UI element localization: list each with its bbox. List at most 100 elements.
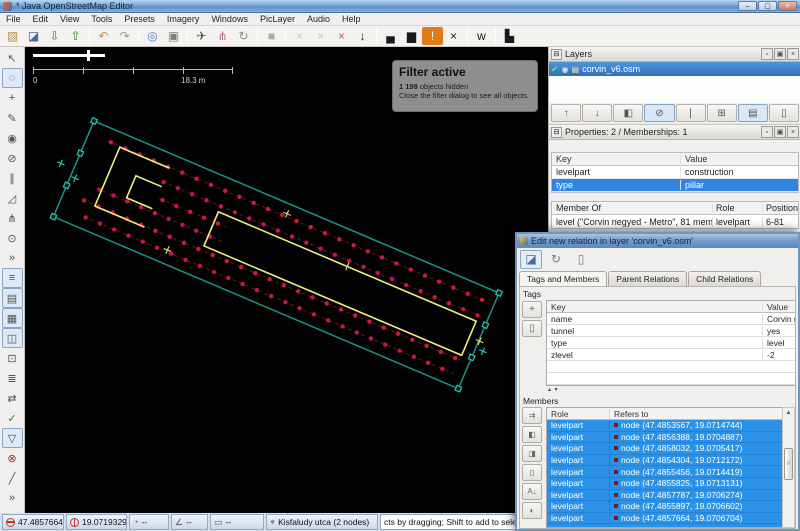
layer-active-icon[interactable]: ✔: [551, 64, 559, 75]
dialog-tab[interactable]: Tags and Members: [519, 271, 607, 287]
measure-toggle[interactable]: ╱: [2, 468, 23, 488]
membership-row[interactable]: level ("Corvin negyed - Metro", 81 membe…: [552, 215, 798, 228]
parallel[interactable]: ∥: [2, 168, 23, 188]
collapse-icon[interactable]: ⊟: [551, 127, 562, 138]
extrude[interactable]: ◿: [2, 188, 23, 208]
corvin_v6.osm[interactable]: ✔ ◉ ▤ corvin_v6.osm: [549, 62, 800, 76]
menu-item[interactable]: File: [0, 13, 27, 26]
collapse-icon[interactable]: ⊟: [551, 49, 562, 60]
scrollbar-thumb[interactable]: ≡: [784, 448, 793, 480]
tool-disabled-1[interactable]: ×: [289, 27, 310, 45]
remove-member[interactable]: ▯: [522, 464, 542, 481]
factory[interactable]: ▙: [499, 27, 520, 45]
undo[interactable]: ↶: [93, 27, 114, 45]
search[interactable]: ◎: [142, 27, 163, 45]
tag-row[interactable]: tunnel yes: [547, 325, 795, 337]
member-row[interactable]: levelpart node (47.4854304, 19.0712172): [547, 455, 789, 467]
purge-toggle[interactable]: ⊗: [2, 448, 23, 468]
zoom-slider[interactable]: [33, 54, 105, 57]
layer-delete[interactable]: ▯: [769, 104, 799, 122]
add-member-above[interactable]: ◧: [522, 426, 542, 443]
menu-item[interactable]: Presets: [118, 13, 161, 26]
menu-item[interactable]: PicLayer: [254, 13, 301, 26]
layers-toggle[interactable]: ≡: [2, 268, 23, 288]
maximize-button[interactable]: ▢: [758, 1, 777, 11]
preset-search[interactable]: ▣: [163, 27, 184, 45]
layer-duplicate[interactable]: ◧: [613, 104, 643, 122]
upload[interactable]: ⇧: [65, 27, 86, 45]
bus-transit[interactable]: ▆: [401, 27, 422, 45]
panel-close-button[interactable]: ×: [787, 48, 799, 60]
sort-members[interactable]: A↓: [522, 483, 542, 500]
selection-toggle[interactable]: ▦: [2, 308, 23, 328]
refresh[interactable]: ↻: [233, 27, 254, 45]
tag-row[interactable]: [547, 361, 795, 373]
member-row[interactable]: levelpart node (47.4857664, 19.0706704): [547, 513, 789, 525]
improve-accuracy[interactable]: ⊙: [2, 228, 23, 248]
layer-merge[interactable]: ⊞: [707, 104, 737, 122]
member-row[interactable]: levelpart node (47.4858032, 19.0705417): [547, 443, 789, 455]
property-row[interactable]: type pillar: [552, 179, 798, 192]
splitter-handle[interactable]: ▴ ▾: [548, 386, 559, 393]
redo[interactable]: ↷: [114, 27, 135, 45]
menu-item[interactable]: Help: [336, 13, 367, 26]
member-row[interactable]: levelpart node (47.4855897, 19.0706602): [547, 501, 789, 513]
panel-detach-button[interactable]: ▣: [774, 126, 786, 138]
lasso[interactable]: ◌: [2, 68, 23, 88]
menu-item[interactable]: Windows: [205, 13, 254, 26]
car-routing[interactable]: ▄: [380, 27, 401, 45]
validator-toggle[interactable]: ✓: [2, 408, 23, 428]
tag-row[interactable]: type level: [547, 337, 795, 349]
member-row[interactable]: levelpart node (47.4856388, 19.0704887): [547, 432, 789, 444]
select[interactable]: ↖: [2, 48, 23, 68]
dialog-title-bar[interactable]: Edit new relation in layer 'corvin_v6.os…: [517, 234, 798, 248]
layer-opacity[interactable]: ❘: [676, 104, 706, 122]
dialog-tab[interactable]: Child Relations: [688, 271, 761, 286]
member-row[interactable]: levelpart node (47.4857787, 19.0706274): [547, 490, 789, 502]
close-button[interactable]: ×: [778, 1, 797, 11]
zoom-mode[interactable]: ◉: [2, 128, 23, 148]
members-scrollbar[interactable]: ▲ ≡: [782, 407, 795, 528]
member-row[interactable]: levelpart node (47.4853567, 19.0714744): [547, 420, 789, 432]
tool-disabled-2[interactable]: ×: [310, 27, 331, 45]
map-canvas[interactable]: 0 18.3 m Filter active 1 198 objects hid…: [25, 47, 548, 513]
tool-3[interactable]: ×: [331, 27, 352, 45]
menu-item[interactable]: Edit: [27, 13, 55, 26]
menu-item[interactable]: View: [54, 13, 85, 26]
warning[interactable]: !: [422, 27, 443, 45]
dialog-tab[interactable]: Parent Relations: [608, 271, 687, 286]
save[interactable]: ◪: [23, 27, 44, 45]
follow-line[interactable]: ⋔: [2, 208, 23, 228]
delete-mode[interactable]: ⊘: [2, 148, 23, 168]
menu-item[interactable]: Imagery: [161, 13, 206, 26]
delete-relation[interactable]: ▯: [570, 250, 592, 269]
point-down[interactable]: ↓: [352, 27, 373, 45]
tag-row[interactable]: name Corvin ne: [547, 313, 795, 325]
split-way[interactable]: ⋔: [212, 27, 233, 45]
relations-toggle[interactable]: ◫: [2, 328, 23, 348]
map-styles[interactable]: ✈: [191, 27, 212, 45]
scroll-up-icon[interactable]: ▲: [786, 408, 792, 418]
download[interactable]: ⇩: [44, 27, 65, 45]
layer-down[interactable]: ↓: [582, 104, 612, 122]
layer-up[interactable]: ↑: [551, 104, 581, 122]
add-member-below[interactable]: ◨: [522, 445, 542, 462]
open[interactable]: ▨: [2, 27, 23, 45]
draw[interactable]: ✎: [2, 108, 23, 128]
add-tag[interactable]: +: [522, 301, 542, 318]
more-dialogs[interactable]: »: [2, 488, 23, 508]
property-row[interactable]: levelpart construction: [552, 166, 798, 179]
refresh-relation[interactable]: ↻: [545, 250, 567, 269]
minimize-button[interactable]: –: [738, 1, 757, 11]
move[interactable]: +: [2, 88, 23, 108]
menu-item[interactable]: Tools: [85, 13, 118, 26]
menu-item[interactable]: Audio: [301, 13, 336, 26]
apply-member-selection[interactable]: ⇉: [522, 407, 542, 424]
reverse-members[interactable]: ◐: [522, 502, 542, 519]
panel-sticky-button[interactable]: ▫: [761, 48, 773, 60]
close-tool[interactable]: ×: [443, 27, 464, 45]
panel-close-button[interactable]: ×: [787, 126, 799, 138]
panel-sticky-button[interactable]: ▫: [761, 126, 773, 138]
panel-detach-button[interactable]: ▣: [774, 48, 786, 60]
member-row[interactable]: levelpart node (47.4855825, 19.0713131): [547, 478, 789, 490]
